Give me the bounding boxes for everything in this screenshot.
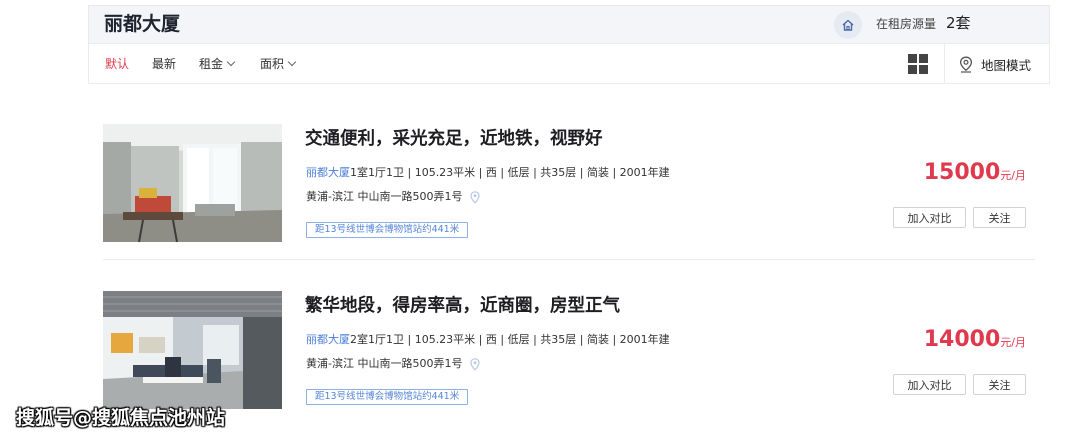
address-text: 黄浦-滨江 中山南一路500弄1号 — [306, 357, 463, 370]
community-link[interactable]: 丽都大厦 — [306, 333, 350, 346]
listing-specs: 2室1厅1卫 | 105.23平米 | 西 | 低层 | 共35层 | 简装 |… — [350, 333, 670, 346]
listing-item[interactable]: 繁华地段，得房率高，近商圈，房型正气 丽都大厦2室1厅1卫 | 105.23平米… — [103, 291, 1035, 441]
listing-item[interactable]: 交通便利，采光充足，近地铁，视野好 丽都大厦1室1厅1卫 | 105.23平米 … — [103, 124, 1035, 274]
listing-specs: 1室1厅1卫 | 105.23平米 | 西 | 低层 | 共35层 | 简装 |… — [350, 166, 670, 179]
chevron-down-icon — [287, 57, 297, 67]
sort-latest-label: 最新 — [152, 57, 177, 71]
map-mode-label: 地图模式 — [981, 57, 1032, 73]
listing-details: 丽都大厦2室1厅1卫 | 105.23平米 | 西 | 低层 | 共35层 | … — [306, 332, 670, 348]
follow-button[interactable]: 关注 — [973, 207, 1026, 228]
subway-distance-tag: 距13号线世博会博物馆站约441米 — [306, 222, 469, 238]
building-header: 丽都大厦 在租房源量 2套 — [88, 5, 1050, 43]
map-mode-button[interactable]: 地图模式 — [959, 54, 1031, 74]
community-link[interactable]: 丽都大厦 — [306, 166, 350, 179]
chevron-down-icon — [226, 57, 236, 67]
price-unit: 元/月 — [1000, 336, 1026, 349]
watermark-text: 搜狐号@搜狐焦点池州站 — [16, 407, 226, 429]
sort-latest[interactable]: 最新 — [152, 55, 176, 73]
map-pin-icon — [959, 56, 973, 73]
price-unit: 元/月 — [1000, 169, 1026, 182]
sort-rent-label: 租金 — [199, 57, 224, 71]
building-title: 丽都大厦 — [104, 13, 181, 35]
listing-address: 黄浦-滨江 中山南一路500弄1号 — [306, 189, 481, 205]
location-pin-icon[interactable] — [470, 190, 481, 204]
listing-address: 黄浦-滨江 中山南一路500弄1号 — [306, 356, 481, 372]
listing-photo[interactable] — [103, 124, 282, 242]
grid-view-icon[interactable] — [908, 54, 928, 74]
sort-default-label: 默认 — [105, 57, 130, 71]
listing-price: 14000元/月 — [924, 326, 1026, 357]
sort-area-dropdown[interactable]: 面积 — [260, 55, 297, 73]
location-pin-icon[interactable] — [470, 357, 481, 371]
sort-toolbar: 默认 最新 租金 面积 地图模式 — [88, 43, 1050, 84]
listing-divider — [103, 259, 1035, 260]
listing-title[interactable]: 繁华地段，得房率高，近商圈，房型正气 — [305, 293, 620, 319]
toolbar-divider — [944, 44, 945, 83]
listing-photo[interactable] — [103, 291, 282, 409]
price-value: 14000 — [923, 327, 1001, 352]
sort-default[interactable]: 默认 — [105, 55, 129, 73]
address-text: 黄浦-滨江 中山南一路500弄1号 — [306, 190, 463, 203]
page: 丽都大厦 在租房源量 2套 默认 最新 租金 面积 地图模式 交通便利，采光充足… — [0, 0, 1080, 442]
price-value: 15000 — [923, 160, 1001, 185]
home-icon[interactable] — [834, 11, 862, 39]
add-compare-button[interactable]: 加入对比 — [893, 374, 966, 395]
sort-area-label: 面积 — [260, 57, 285, 71]
rent-count-value: 2套 — [946, 14, 971, 32]
add-compare-button[interactable]: 加入对比 — [893, 207, 966, 228]
listing-price: 15000元/月 — [924, 159, 1026, 190]
listing-title[interactable]: 交通便利，采光充足，近地铁，视野好 — [305, 126, 603, 152]
rent-count-label: 在租房源量 — [876, 17, 937, 31]
subway-distance-tag: 距13号线世博会博物馆站约441米 — [306, 389, 469, 405]
listing-details: 丽都大厦1室1厅1卫 | 105.23平米 | 西 | 低层 | 共35层 | … — [306, 165, 670, 181]
follow-button[interactable]: 关注 — [973, 374, 1026, 395]
sort-rent-dropdown[interactable]: 租金 — [199, 55, 236, 73]
